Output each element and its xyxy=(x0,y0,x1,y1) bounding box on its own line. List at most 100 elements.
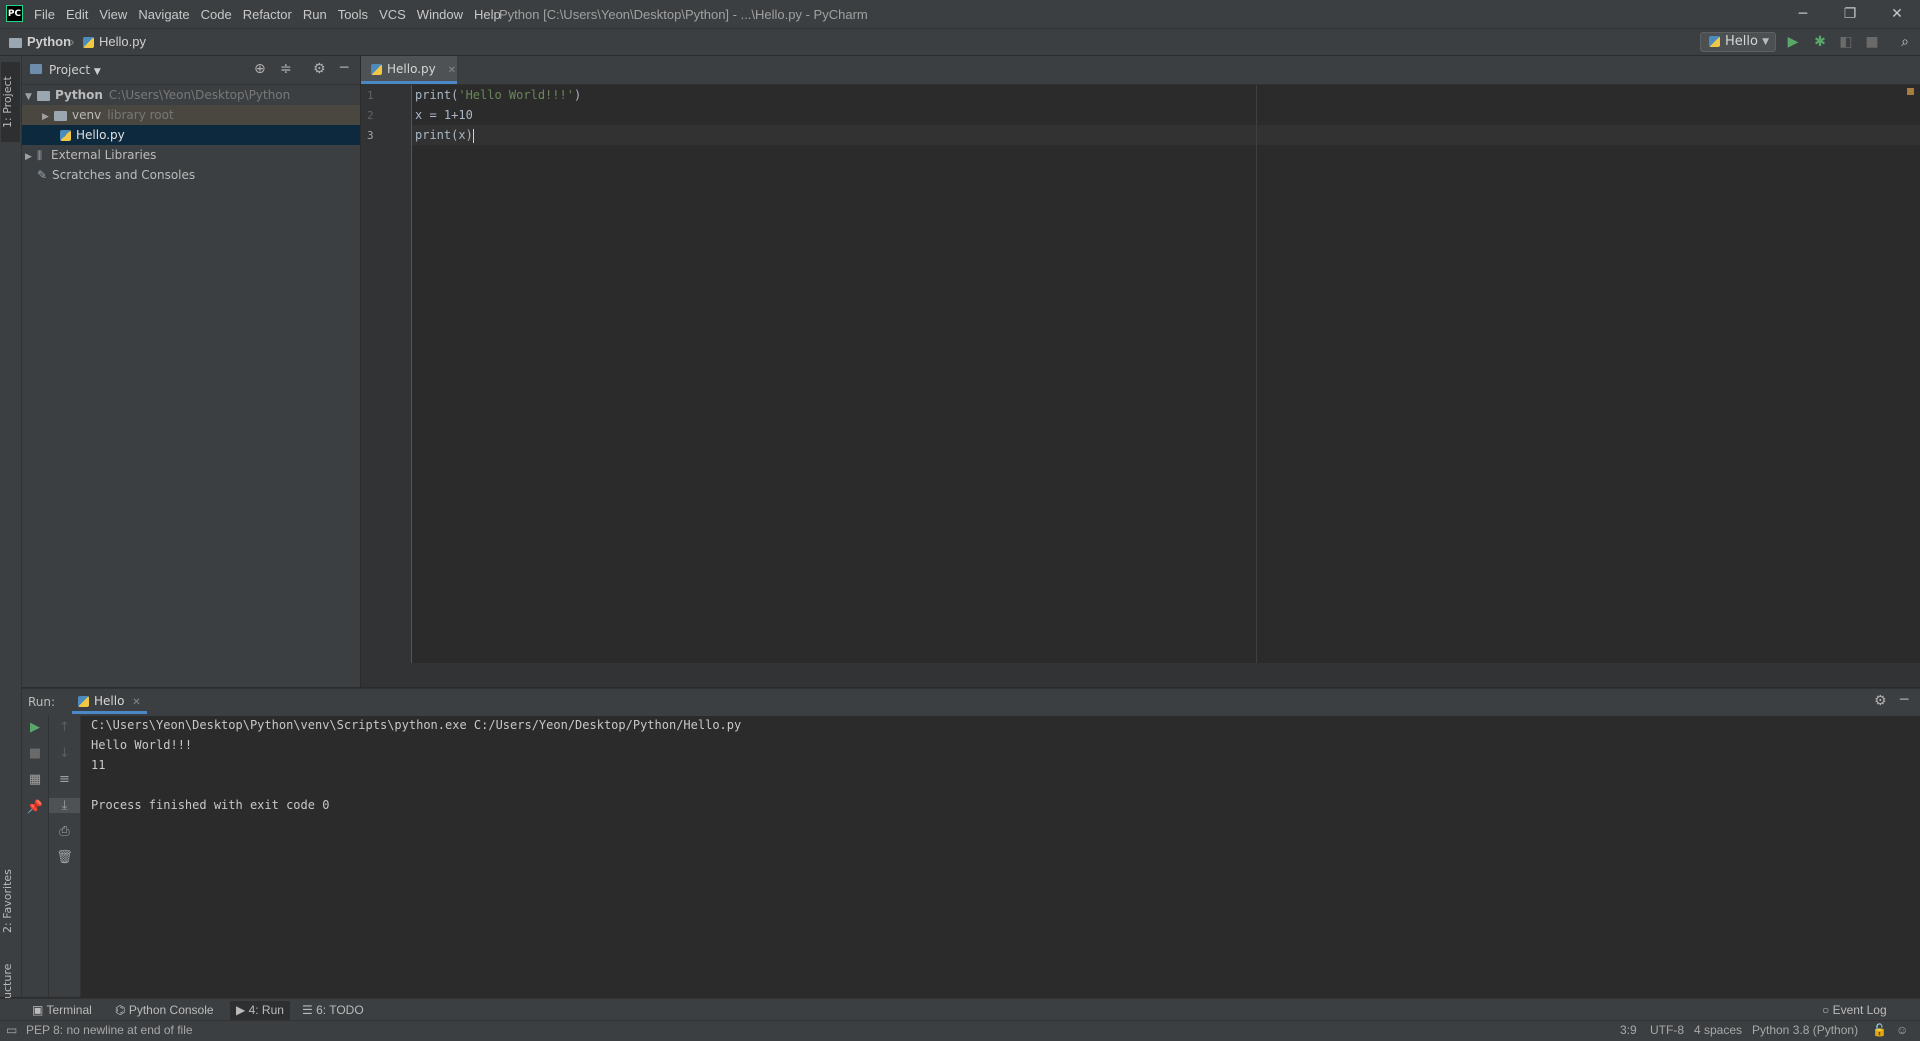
menu-run[interactable]: Run xyxy=(303,7,327,22)
project-view-icon xyxy=(30,64,42,74)
hide-panel-icon[interactable]: ─ xyxy=(340,60,348,76)
run-panel-header: Run: Hello ✕ ⚙ ─ xyxy=(22,688,1920,717)
restore-button[interactable]: ❐ xyxy=(1827,0,1873,28)
run-toolbar-secondary: ↑ ↓ ≡ ⤓ ⎙ 🗑 xyxy=(49,716,81,997)
status-toggle-icon[interactable]: ▭ xyxy=(6,1023,17,1037)
close-tab-icon[interactable]: ✕ xyxy=(132,697,140,708)
coverage-icon[interactable]: ◧ xyxy=(1837,33,1855,51)
collapse-all-icon[interactable]: ≑ xyxy=(280,61,292,77)
project-tool-tab[interactable]: 1: Project xyxy=(1,62,20,142)
tree-item-hint: library root xyxy=(107,108,174,122)
breadcrumb-project[interactable]: Python xyxy=(9,34,71,49)
menu-window[interactable]: Window xyxy=(417,7,463,22)
stop-icon[interactable]: ■ xyxy=(22,746,48,761)
stop-icon[interactable]: ■ xyxy=(1863,33,1881,51)
python-console-tab[interactable]: ⌬ Python Console xyxy=(115,1001,214,1020)
code-token: print( xyxy=(415,88,459,102)
rerun-icon[interactable]: ▶ xyxy=(22,720,48,735)
event-log-tab[interactable]: ○ Event Log xyxy=(1822,1001,1887,1020)
event-log-icon: ○ xyxy=(1822,1003,1830,1017)
gear-icon[interactable]: ⚙ xyxy=(313,61,326,77)
project-view-label: Project xyxy=(49,63,91,77)
code-line: x = 1+10 xyxy=(415,108,473,122)
tree-item-venv[interactable]: ▶ venv library root xyxy=(22,105,360,125)
tree-item-external-libraries[interactable]: ▶ ⫼ External Libraries xyxy=(22,145,360,165)
line-number: 1 xyxy=(367,89,374,102)
library-icon: ⫼ xyxy=(37,149,43,162)
menu-refactor[interactable]: Refactor xyxy=(243,7,292,22)
left-tool-strip: 1: Project 2: Favorites 7: Structure xyxy=(0,56,22,1029)
tree-item-path: C:\Users\Yeon\Desktop\Python xyxy=(108,88,291,102)
status-message: PEP 8: no newline at end of file xyxy=(26,1023,193,1037)
status-bar: ▭ PEP 8: no newline at end of file 3:9 U… xyxy=(0,1020,1920,1041)
expanded-arrow-icon: ▼ xyxy=(25,92,32,102)
pycharm-logo-icon: PC xyxy=(6,5,23,22)
breadcrumb-file[interactable]: Hello.py xyxy=(83,34,146,49)
search-icon[interactable]: ⌕ xyxy=(1896,33,1914,51)
python-file-icon xyxy=(78,696,89,707)
run-tool-tab[interactable]: ▶ 4: Run xyxy=(230,1001,290,1020)
trash-icon[interactable]: 🗑 xyxy=(49,850,80,865)
pin-icon[interactable]: 📌 xyxy=(22,800,48,815)
close-tab-icon[interactable]: ✕ xyxy=(448,65,456,76)
menu-view[interactable]: View xyxy=(99,7,127,22)
scroll-to-end-icon[interactable]: ⤓ xyxy=(49,798,80,813)
console-line: Process finished with exit code 0 xyxy=(91,798,330,812)
terminal-tab[interactable]: ▣ Terminal xyxy=(32,1001,92,1020)
print-icon[interactable]: ⎙ xyxy=(49,824,80,839)
menu-file[interactable]: File xyxy=(34,7,55,22)
menu-tools[interactable]: Tools xyxy=(338,7,368,22)
code-editor[interactable]: print('Hello World!!!') x = 1+10 print(x… xyxy=(412,85,1920,663)
editor-tab-hello-py[interactable]: Hello.py ✕ xyxy=(361,56,457,84)
todo-tab[interactable]: ☰ 6: TODO xyxy=(302,1001,364,1020)
python-console-tab-label: Python Console xyxy=(128,1003,214,1017)
menu-vcs[interactable]: VCS xyxy=(379,7,406,22)
minimize-button[interactable]: ─ xyxy=(1780,0,1826,28)
gear-icon[interactable]: ⚙ xyxy=(1874,693,1887,709)
menu-code[interactable]: Code xyxy=(201,7,232,22)
todo-tab-label: 6: TODO xyxy=(316,1003,364,1017)
tree-item-label: venv xyxy=(72,108,102,122)
run-icon[interactable]: ▶ xyxy=(1784,33,1802,51)
python-file-icon xyxy=(371,64,382,75)
text-caret xyxy=(472,128,474,143)
tree-item-scratches[interactable]: ✎ Scratches and Consoles xyxy=(22,165,360,185)
layout-icon[interactable]: ▦ xyxy=(22,772,48,787)
close-button[interactable]: ✕ xyxy=(1874,0,1920,28)
menu-help[interactable]: Help xyxy=(474,7,501,22)
python-file-icon xyxy=(60,130,71,141)
project-view-select[interactable]: Project ▼ xyxy=(49,63,101,77)
menu-navigate[interactable]: Navigate xyxy=(138,7,189,22)
inspector-icon[interactable]: ☺ xyxy=(1896,1023,1908,1037)
event-log-tab-label: Event Log xyxy=(1832,1003,1887,1017)
indent-setting[interactable]: 4 spaces xyxy=(1694,1023,1742,1037)
arrow-down-icon[interactable]: ↓ xyxy=(49,746,80,761)
menu-bar: File Edit View Navigate Code Refactor Ru… xyxy=(34,0,512,28)
run-panel-label: Run: xyxy=(28,695,56,709)
run-toolbar-primary: ▶ ■ ▦ 📌 xyxy=(22,716,49,997)
run-tool-tab-label: 4: Run xyxy=(248,1003,284,1017)
caret-position[interactable]: 3:9 xyxy=(1620,1023,1637,1037)
menu-edit[interactable]: Edit xyxy=(66,7,88,22)
current-line-highlight xyxy=(412,125,1920,145)
breadcrumb-file-label: Hello.py xyxy=(99,34,146,49)
run-configuration-select[interactable]: Hello ▼ xyxy=(1700,32,1776,52)
scratches-icon: ✎ xyxy=(37,168,48,182)
todo-icon: ☰ xyxy=(302,1003,313,1017)
file-encoding[interactable]: UTF-8 xyxy=(1650,1023,1684,1037)
soft-wrap-icon[interactable]: ≡ xyxy=(49,772,80,787)
tree-item-hello-py[interactable]: Hello.py xyxy=(22,125,360,145)
arrow-up-icon[interactable]: ↑ xyxy=(49,720,80,735)
warning-marker-icon[interactable] xyxy=(1907,88,1914,95)
run-console-output[interactable]: C:\Users\Yeon\Desktop\Python\venv\Script… xyxy=(81,716,1920,997)
lock-icon[interactable]: 🔓 xyxy=(1872,1023,1887,1037)
tree-item-python[interactable]: ▼ Python C:\Users\Yeon\Desktop\Python xyxy=(22,85,360,105)
favorites-tool-tab[interactable]: 2: Favorites xyxy=(1,856,20,946)
debug-icon[interactable]: ✱ xyxy=(1811,33,1829,51)
interpreter-setting[interactable]: Python 3.8 (Python) xyxy=(1752,1023,1858,1037)
tool-window-bar: ▣ Terminal ⌬ Python Console ▶ 4: Run ☰ 6… xyxy=(0,998,1920,1020)
hide-panel-icon[interactable]: ─ xyxy=(1900,692,1908,708)
locate-icon[interactable]: ⊕ xyxy=(254,61,266,77)
python-console-icon: ⌬ xyxy=(115,1003,126,1017)
run-tab-hello[interactable]: Hello ✕ xyxy=(72,689,147,714)
